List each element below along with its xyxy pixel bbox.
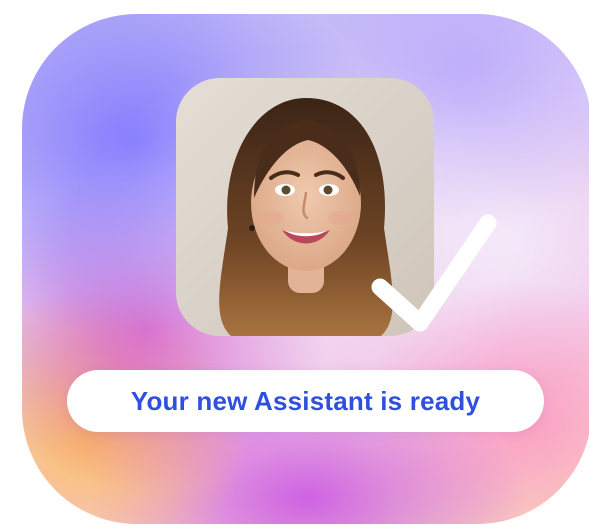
status-badge: Your new Assistant is ready	[67, 370, 544, 432]
checkmark-icon	[371, 214, 497, 332]
assistant-ready-screen: Your new Assistant is ready	[0, 0, 589, 525]
status-message: Your new Assistant is ready	[130, 385, 481, 416]
